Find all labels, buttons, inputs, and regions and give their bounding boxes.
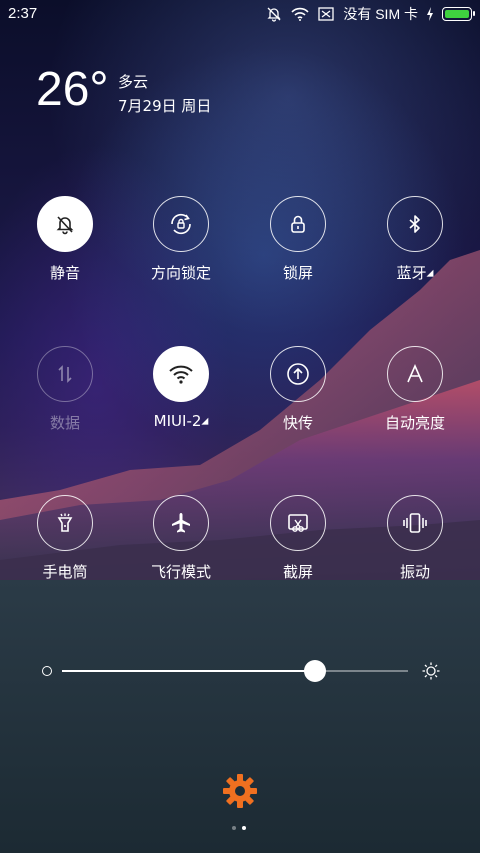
battery-icon	[442, 7, 475, 21]
toggle-label: 振动	[399, 563, 430, 581]
bell-off-icon	[265, 5, 283, 23]
brightness-slider[interactable]	[42, 660, 440, 682]
quick-share-icon	[287, 363, 309, 385]
brightness-fill	[62, 670, 315, 672]
toggle-screenshot-button[interactable]	[270, 495, 326, 551]
more-options-icon: ◢	[426, 268, 434, 279]
bell-off-icon	[56, 216, 74, 235]
toggle-silent-button[interactable]	[37, 196, 93, 252]
toggle-label: 快传	[282, 414, 313, 432]
brightness-low-icon	[42, 666, 52, 676]
weather-date: 7月29日 周日	[118, 97, 212, 115]
toggle-flashlight-button[interactable]	[37, 495, 93, 551]
airplane-icon	[172, 513, 190, 533]
toggle-label-group: 蓝牙◢	[365, 262, 465, 283]
toggle-vibrate[interactable]: 振动	[365, 495, 465, 582]
status-icons: 没有 SIM 卡	[265, 4, 475, 24]
toggle-airplane-button[interactable]	[153, 495, 209, 551]
sim-status-text: 没有 SIM 卡	[343, 6, 418, 22]
toggle-label: 锁屏	[282, 264, 313, 282]
toggle-label: 手电筒	[42, 563, 88, 581]
toggle-bluetooth-button[interactable]	[387, 196, 443, 252]
weather-condition: 多云	[118, 73, 149, 91]
lock-icon	[291, 215, 305, 233]
toggle-bluetooth[interactable]: 蓝牙◢	[365, 196, 465, 283]
toggle-screenshot[interactable]: 截屏	[248, 495, 348, 582]
toggle-vibrate-button[interactable]	[387, 495, 443, 551]
toggle-quick-share[interactable]: 快传	[248, 346, 348, 433]
gear-icon[interactable]	[222, 773, 258, 809]
toggle-lock-screen[interactable]: 锁屏	[248, 196, 348, 283]
page-indicator	[232, 826, 246, 830]
toggle-wifi-button[interactable]	[153, 346, 209, 402]
screenshot-icon	[288, 514, 308, 532]
status-bar: 2:37 没有 SIM 卡	[0, 0, 480, 28]
bluetooth-icon	[409, 215, 420, 233]
weather-widget[interactable]: 26°	[36, 62, 109, 118]
page-dot-active[interactable]	[242, 826, 246, 830]
mobile-data-icon	[58, 365, 72, 383]
toggle-label: 截屏	[282, 563, 313, 581]
toggle-quick-share-button[interactable]	[270, 346, 326, 402]
auto-brightness-icon	[407, 364, 423, 383]
page-dot[interactable]	[232, 826, 236, 830]
more-options-icon: ◢	[201, 416, 209, 427]
status-time: 2:37	[8, 5, 38, 22]
toggle-airplane[interactable]: 飞行模式	[131, 495, 231, 582]
toggle-rotation-lock[interactable]: 方向锁定	[131, 196, 231, 283]
toggle-auto-brightness[interactable]: 自动亮度	[365, 346, 465, 433]
toggle-mobile-data-button[interactable]	[37, 346, 93, 402]
toggle-label: 数据	[49, 414, 80, 432]
toggle-label: 飞行模式	[150, 563, 211, 581]
vibrate-icon	[403, 513, 427, 533]
toggle-auto-brightness-button[interactable]	[387, 346, 443, 402]
toggle-wifi[interactable]: MIUI-2◢	[131, 346, 231, 430]
toggle-label-group: MIUI-2◢	[131, 412, 231, 430]
weather-temperature: 26°	[36, 63, 109, 116]
toggle-flashlight[interactable]: 手电筒	[15, 495, 115, 582]
charging-bolt-icon	[426, 5, 434, 23]
toggle-rotation-lock-button[interactable]	[153, 196, 209, 252]
toggle-silent[interactable]: 静音	[15, 196, 115, 283]
wifi-icon	[291, 5, 309, 23]
toggle-label: MIUI-2	[153, 412, 202, 430]
toggle-label: 蓝牙	[396, 264, 427, 282]
brightness-high-icon	[422, 662, 440, 680]
toggle-lock-screen-button[interactable]	[270, 196, 326, 252]
toggle-label: 方向锁定	[150, 264, 211, 282]
weather-details: 多云 7月29日 周日	[118, 70, 211, 118]
toggle-label: 静音	[49, 264, 80, 282]
toggle-label: 自动亮度	[384, 414, 445, 432]
rotation-lock-icon	[171, 213, 191, 235]
wifi-icon	[169, 365, 193, 384]
flashlight-icon	[57, 513, 73, 532]
toggle-mobile-data[interactable]: 数据	[15, 346, 115, 433]
brightness-handle[interactable]	[303, 660, 326, 682]
sim-x-icon	[317, 5, 335, 23]
